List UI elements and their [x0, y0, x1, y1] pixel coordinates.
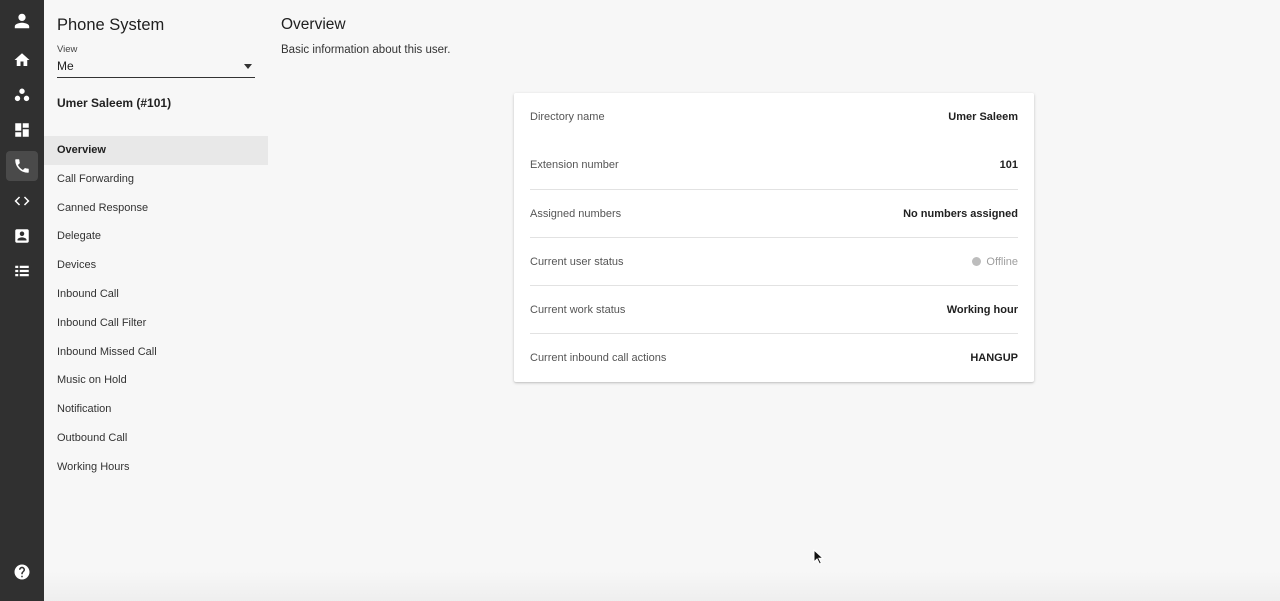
detail-label: Assigned numbers [530, 207, 622, 220]
detail-label: Current work status [530, 303, 626, 316]
list-icon[interactable] [6, 256, 38, 286]
sidebar-item-delegate[interactable]: Delegate [44, 222, 268, 251]
phone-icon[interactable] [6, 151, 38, 181]
status-text: Offline [986, 255, 1018, 268]
detail-label: Extension number [530, 159, 619, 171]
detail-label: Current user status [530, 255, 624, 268]
detail-row-directory-name: Directory name Umer Saleem [530, 93, 1018, 141]
home-icon[interactable] [6, 45, 38, 75]
detail-value: Umer Saleem [948, 111, 1018, 123]
detail-row-work-status: Current work status Working hour [530, 285, 1018, 333]
page-subtitle: Basic information about this user. [281, 44, 451, 56]
sidebar: Phone System View Me Umer Saleem (#101) … [44, 0, 268, 601]
detail-label: Current inbound call actions [530, 351, 667, 364]
sidebar-title: Phone System [57, 16, 165, 34]
sidebar-item-inbound-missed-call[interactable]: Inbound Missed Call [44, 338, 268, 367]
code-icon[interactable] [6, 186, 38, 216]
bottom-shadow [44, 571, 1280, 601]
detail-value: 101 [999, 159, 1018, 171]
sidebar-item-outbound-call[interactable]: Outbound Call [44, 424, 268, 453]
dashboard-icon[interactable] [6, 115, 38, 145]
detail-value: Working hour [946, 303, 1018, 316]
detail-row-extension-number: Extension number 101 [530, 141, 1018, 189]
sidebar-item-call-forwarding[interactable]: Call Forwarding [44, 165, 268, 194]
sidebar-item-inbound-call[interactable]: Inbound Call [44, 280, 268, 309]
sidebar-item-overview[interactable]: Overview [44, 136, 268, 165]
status-badge: Offline [972, 256, 1018, 268]
sidebar-nav: Overview Call Forwarding Canned Response… [44, 136, 268, 482]
detail-label: Directory name [530, 111, 605, 123]
detail-row-assigned-numbers: Assigned numbers No numbers assigned [530, 189, 1018, 237]
sidebar-item-notification[interactable]: Notification [44, 395, 268, 424]
view-select-value: Me [57, 59, 74, 73]
sidebar-item-music-on-hold[interactable]: Music on Hold [44, 366, 268, 395]
sidebar-item-canned-response[interactable]: Canned Response [44, 194, 268, 223]
detail-row-inbound-call-actions: Current inbound call actions HANGUP [530, 333, 1018, 381]
page-title: Overview [281, 16, 346, 33]
overview-card: Directory name Umer Saleem Extension num… [514, 93, 1034, 382]
detail-value: HANGUP [970, 351, 1018, 364]
view-select-label: View [57, 44, 78, 55]
detail-row-user-status: Current user status Offline [530, 237, 1018, 285]
status-dot-icon [972, 257, 982, 266]
chevron-down-icon [244, 64, 252, 69]
detail-value: No numbers assigned [903, 207, 1018, 220]
user-avatar-icon[interactable] [6, 6, 38, 36]
sidebar-item-inbound-call-filter[interactable]: Inbound Call Filter [44, 309, 268, 338]
user-heading: Umer Saleem (#101) [57, 96, 172, 110]
app-rail [0, 0, 44, 601]
sidebar-item-working-hours[interactable]: Working Hours [44, 453, 268, 482]
group-icon[interactable] [6, 80, 38, 110]
mouse-cursor-icon [813, 549, 825, 565]
view-select[interactable]: Me [57, 57, 255, 78]
sidebar-item-devices[interactable]: Devices [44, 251, 268, 280]
contact-card-icon[interactable] [6, 221, 38, 251]
help-icon[interactable] [6, 557, 38, 587]
